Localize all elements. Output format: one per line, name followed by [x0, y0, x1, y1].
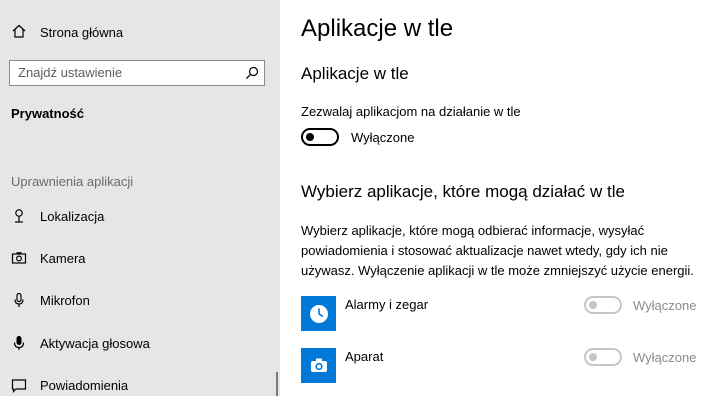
background-apps-toggle[interactable]: [301, 128, 339, 146]
category-title: Prywatność: [11, 106, 84, 121]
search-input[interactable]: Znajdź ustawienie: [18, 61, 122, 85]
sidebar-item-label: Kamera: [40, 250, 86, 266]
section-title-choose-apps: Wybierz aplikacje, które mogą działać w …: [301, 182, 625, 201]
sidebar-item-voice-activation[interactable]: Aktywacja głosowa: [11, 333, 150, 353]
search-box[interactable]: Znajdź ustawienie: [9, 60, 265, 86]
toggle-state-label: Wyłączone: [351, 130, 415, 145]
sidebar-scrollbar[interactable]: [276, 372, 278, 396]
sidebar-item-label: Lokalizacja: [40, 208, 105, 224]
toggle-knob: [589, 353, 597, 361]
app-name-alarms: Alarmy i zegar: [345, 297, 429, 312]
main-content: Aplikacje w tle Aplikacje w tle Zezwalaj…: [280, 0, 720, 396]
page-title: Aplikacje w tle: [301, 15, 454, 42]
sidebar-item-microphone[interactable]: Mikrofon: [11, 290, 90, 310]
sidebar-item-label: Powiadomienia: [40, 377, 129, 393]
section-description: Wybierz aplikacje, które mogą odbierać i…: [301, 223, 694, 278]
home-label: Strona główna: [40, 24, 124, 40]
sidebar-item-location[interactable]: Lokalizacja: [11, 206, 104, 226]
alarm-clock-icon: [301, 296, 336, 331]
section-header: Uprawnienia aplikacji: [11, 174, 134, 189]
toggle-knob: [306, 133, 314, 141]
sidebar-item-label: Aktywacja głosowa: [40, 335, 150, 351]
camera-background-toggle[interactable]: [584, 348, 622, 366]
camera-toggle-state: Wyłączone: [633, 350, 697, 365]
sidebar-item-label: Mikrofon: [40, 292, 90, 308]
alarms-background-toggle[interactable]: [584, 296, 622, 314]
toggle-caption: Zezwalaj aplikacjom na działanie w tle: [301, 104, 521, 119]
app-name-camera: Aparat: [345, 349, 384, 364]
sidebar-item-notifications[interactable]: Powiadomienia: [11, 375, 128, 395]
home-icon: [11, 23, 27, 42]
camera-icon: [11, 250, 27, 266]
alarms-toggle-state: Wyłączone: [633, 298, 697, 313]
section-title-background-apps: Aplikacje w tle: [301, 64, 409, 83]
search-icon[interactable]: [245, 66, 259, 85]
notifications-icon: [11, 377, 27, 393]
voice-activation-icon: [11, 335, 27, 351]
camera-app-icon: [301, 348, 336, 383]
sidebar: Strona główna Znajdź ustawienie Prywatno…: [0, 0, 280, 396]
location-pin-icon: [11, 208, 27, 224]
toggle-knob: [589, 301, 597, 309]
home-link[interactable]: Strona główna: [11, 22, 123, 42]
sidebar-item-camera[interactable]: Kamera: [11, 248, 86, 268]
microphone-icon: [11, 292, 27, 308]
